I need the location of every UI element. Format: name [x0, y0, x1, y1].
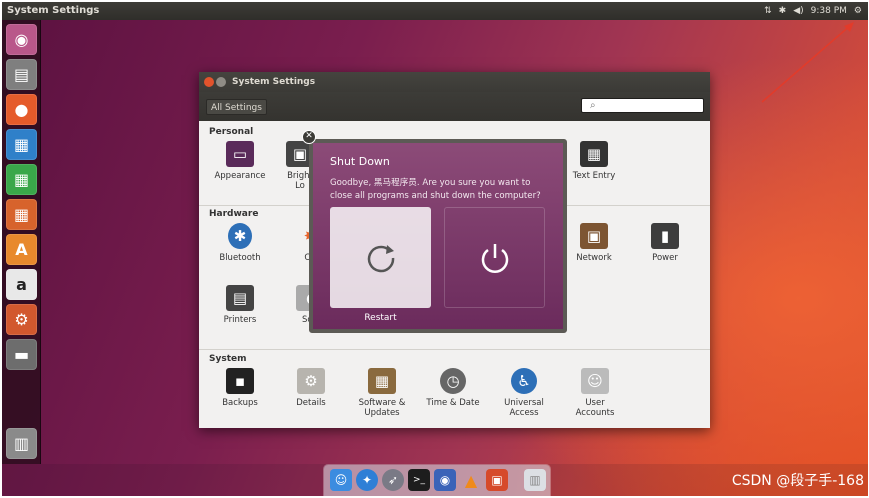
- section-hardware: Hardware: [209, 209, 259, 219]
- software-updates-icon: ▦: [368, 368, 396, 394]
- divider: [199, 349, 710, 350]
- universal-access-item[interactable]: ♿ Universal Access: [489, 368, 559, 418]
- bluetooth-item[interactable]: ✱ Bluetooth: [205, 223, 275, 263]
- vlc-icon[interactable]: ▲: [460, 469, 482, 491]
- safari-icon[interactable]: ✦: [356, 469, 378, 491]
- bluetooth-icon: ✱: [228, 223, 252, 249]
- dialog-message: Goodbye, 黑马程序员. Are you sure you want to…: [330, 178, 541, 201]
- safe-icon: ▪: [226, 368, 254, 394]
- restart-button[interactable]: [330, 207, 431, 308]
- details-item[interactable]: ⚙ Details: [276, 368, 346, 408]
- app-icon[interactable]: ◉: [434, 469, 456, 491]
- window-toolbar: All Settings ⌕: [199, 92, 710, 121]
- search-icon: ⌕: [590, 100, 596, 111]
- search-input[interactable]: ⌕: [581, 98, 704, 113]
- desktop: System Settings ⇅ ✱ ◀) 9:38 PM ⚙ ◉ ▤ ● ▦…: [2, 2, 868, 496]
- clock-icon: ◷: [440, 368, 466, 394]
- terminal-icon[interactable]: >_: [408, 469, 430, 491]
- trash-icon[interactable]: ▥: [524, 469, 546, 491]
- printers-item[interactable]: ▤ Printers: [205, 285, 275, 325]
- restart-icon: [367, 244, 394, 272]
- software-updates-item[interactable]: ▦ Software & Updates: [347, 368, 417, 418]
- shutdown-dialog: Shut Down Goodbye, 黑马程序员. Are you sure y…: [313, 143, 563, 329]
- all-settings-button[interactable]: All Settings: [206, 99, 267, 115]
- watermark: CSDN @段子手-168: [731, 473, 864, 489]
- battery-icon: ▮: [651, 223, 679, 249]
- printer-icon: ▤: [226, 285, 254, 311]
- keyboard-icon: ▦: [580, 141, 608, 167]
- vm-icon[interactable]: ▣: [486, 469, 508, 491]
- dock: ☺ ✦ ➶ >_ ◉ ▲ ▣ ▥: [324, 465, 550, 496]
- close-dialog-icon[interactable]: ✕: [302, 130, 316, 144]
- window-titlebar: System Settings: [199, 72, 710, 92]
- text-entry-item[interactable]: ▦ Text Entry: [559, 141, 629, 181]
- network-icon: ▣: [580, 223, 608, 249]
- dialog-title: Shut Down: [330, 155, 390, 168]
- launchpad-icon[interactable]: ➶: [382, 469, 404, 491]
- user-accounts-item[interactable]: ☺ User Accounts: [560, 368, 630, 418]
- section-personal: Personal: [209, 127, 254, 137]
- backups-item[interactable]: ▪ Backups: [205, 368, 275, 408]
- section-system: System: [209, 354, 247, 364]
- window-title: System Settings: [232, 77, 316, 87]
- network-item[interactable]: ▣ Network: [559, 223, 629, 263]
- gear-icon: ⚙: [297, 368, 325, 394]
- power-item[interactable]: ▮ Power: [630, 223, 700, 263]
- shutdown-button[interactable]: [444, 207, 545, 308]
- close-window-button[interactable]: [204, 77, 214, 87]
- accessibility-icon: ♿: [511, 368, 537, 394]
- shutdown-dialog-frame: Shut Down Goodbye, 黑马程序员. Are you sure y…: [309, 139, 567, 333]
- finder-icon[interactable]: ☺: [330, 469, 352, 491]
- power-icon: [481, 243, 508, 273]
- minimize-window-button[interactable]: [216, 77, 226, 87]
- users-icon: ☺: [581, 368, 609, 394]
- appearance-icon: ▭: [226, 141, 254, 167]
- time-date-item[interactable]: ◷ Time & Date: [418, 368, 488, 408]
- restart-label: Restart: [364, 313, 397, 323]
